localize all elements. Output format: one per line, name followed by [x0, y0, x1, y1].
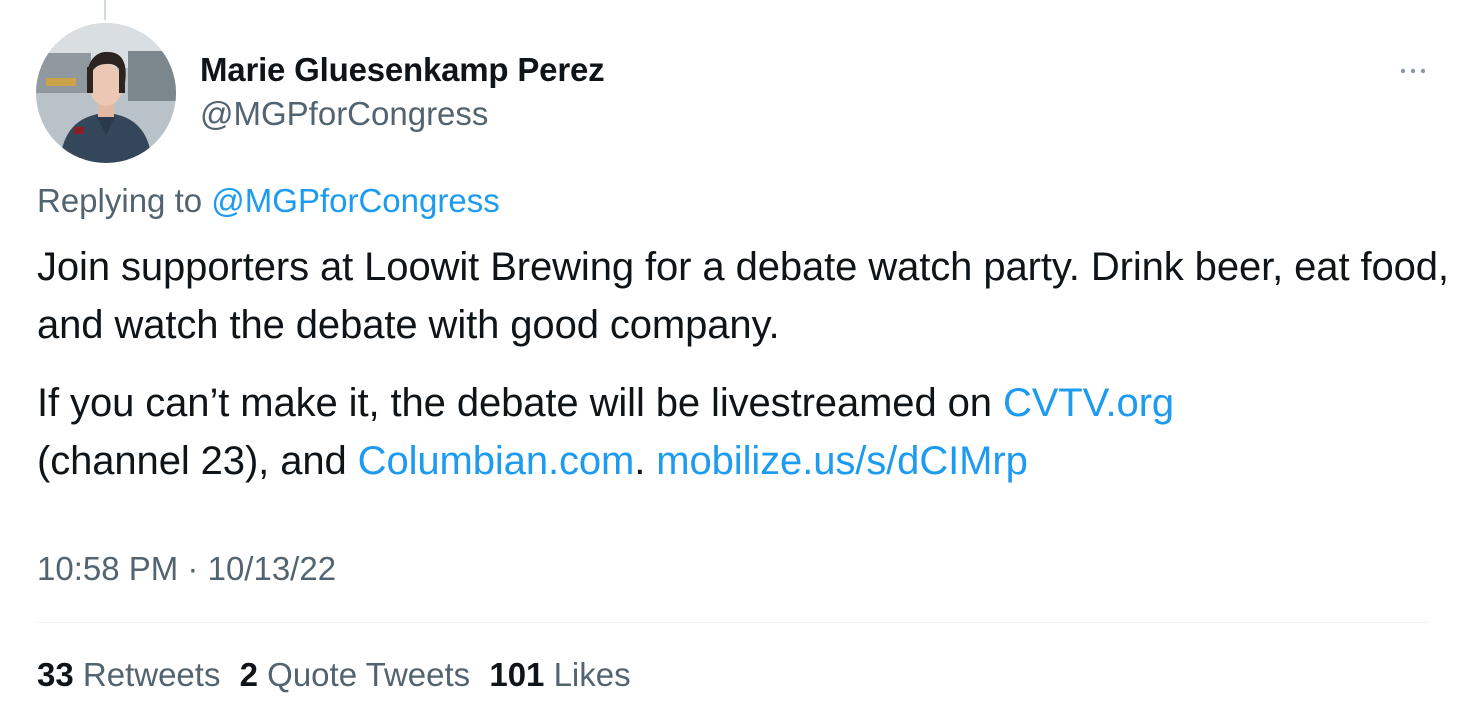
likes-count: 101	[489, 656, 545, 693]
avatar[interactable]	[36, 23, 176, 163]
retweets-stat[interactable]: 33 Retweets	[37, 656, 220, 693]
likes-stat[interactable]: 101 Likes	[489, 656, 630, 693]
thread-connector-line	[104, 0, 106, 20]
tweet-paragraph: Join supporters at Loowit Brewing for a …	[37, 238, 1457, 354]
avatar-photo	[36, 23, 176, 163]
more-horizontal-icon	[1400, 68, 1426, 74]
tweet-time: 10:58 PM	[37, 550, 179, 587]
likes-label: Likes	[553, 656, 631, 693]
tweet-text: Join supporters at Loowit Brewing for a …	[37, 238, 1457, 490]
tweet-paragraph-text: Join supporters at Loowit Brewing for a …	[37, 245, 1449, 347]
divider	[37, 622, 1429, 623]
replying-to: Replying to @MGPforCongress	[37, 178, 500, 224]
replying-to-handle-link[interactable]: @MGPforCongress	[211, 182, 499, 219]
tweet-stats: 33 Retweets 2 Quote Tweets 101 Likes	[37, 652, 641, 698]
quote-tweets-count: 2	[239, 656, 258, 693]
tweet-paragraph-text: If you can’t make it, the debate will be…	[37, 381, 992, 425]
tweet-date: 10/13/22	[207, 550, 337, 587]
quote-tweets-label: Quote Tweets	[267, 656, 471, 693]
tweet-timestamp[interactable]: 10:58 PM · 10/13/22	[37, 546, 336, 592]
author-name[interactable]: Marie Gluesenkamp Perez	[200, 48, 605, 92]
more-options-button[interactable]	[1396, 56, 1430, 86]
replying-to-label: Replying to	[37, 182, 203, 219]
retweets-label: Retweets	[82, 656, 221, 693]
mobilize-link[interactable]: mobilize.us/s/dCIMrp	[656, 439, 1028, 483]
quote-tweets-stat[interactable]: 2 Quote Tweets	[240, 656, 471, 693]
tweet-paragraph-text: (channel 23), and	[37, 439, 347, 483]
cvtv-link[interactable]: CVTV.org	[1003, 381, 1174, 425]
author-info[interactable]: Marie Gluesenkamp Perez @MGPforCongress	[200, 48, 605, 136]
author-handle[interactable]: @MGPforCongress	[200, 92, 604, 136]
columbian-link[interactable]: Columbian.com	[358, 439, 635, 483]
tweet-paragraph: If you can’t make it, the debate will be…	[37, 374, 1457, 490]
tweet-punctuation: .	[634, 439, 646, 483]
retweets-count: 33	[37, 656, 74, 693]
timestamp-separator: ·	[187, 550, 199, 587]
